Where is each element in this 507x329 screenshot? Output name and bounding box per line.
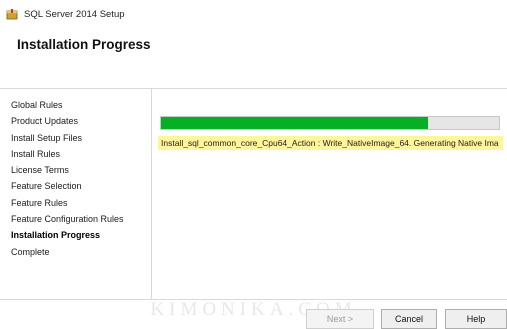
- installation-progress-bar: [160, 116, 500, 130]
- header-divider: [0, 88, 507, 89]
- progress-bar-fill: [161, 117, 429, 129]
- sidebar-item-feature-rules: Feature Rules: [11, 197, 68, 208]
- sidebar-item-global-rules: Global Rules: [11, 100, 63, 110]
- cancel-button[interactable]: Cancel: [381, 309, 437, 329]
- sidebar-item-feature-selection: Feature Selection: [11, 181, 82, 192]
- footer-divider: [0, 299, 507, 300]
- title-bar: SQL Server 2014 Setup: [0, 0, 507, 30]
- sidebar-divider: [151, 89, 152, 299]
- sidebar-item-complete: Complete: [11, 246, 50, 257]
- sql-setup-box-icon: [6, 9, 18, 20]
- sidebar-item-feature-configuration-rules: Feature Configuration Rules: [11, 214, 124, 225]
- steps-sidebar: Global Rules Product Updates Install Set…: [0, 97, 151, 260]
- page-header: Installation Progress: [0, 30, 507, 86]
- next-button[interactable]: Next >: [306, 309, 374, 329]
- sidebar-item-installation-progress: Installation Progress: [11, 230, 101, 241]
- sidebar-item-install-rules: Install Rules: [11, 148, 61, 159]
- help-button[interactable]: Help: [445, 309, 507, 329]
- progress-status-text: Install_sql_common_core_Cpu64_Action : W…: [158, 136, 503, 150]
- page-title: Installation Progress: [17, 37, 151, 52]
- sidebar-item-license-terms: License Terms: [11, 165, 69, 176]
- sidebar-item-install-setup-files: Install Setup Files: [11, 132, 83, 143]
- sidebar-item-product-updates: Product Updates: [11, 116, 79, 127]
- window-title: SQL Server 2014 Setup: [24, 9, 125, 20]
